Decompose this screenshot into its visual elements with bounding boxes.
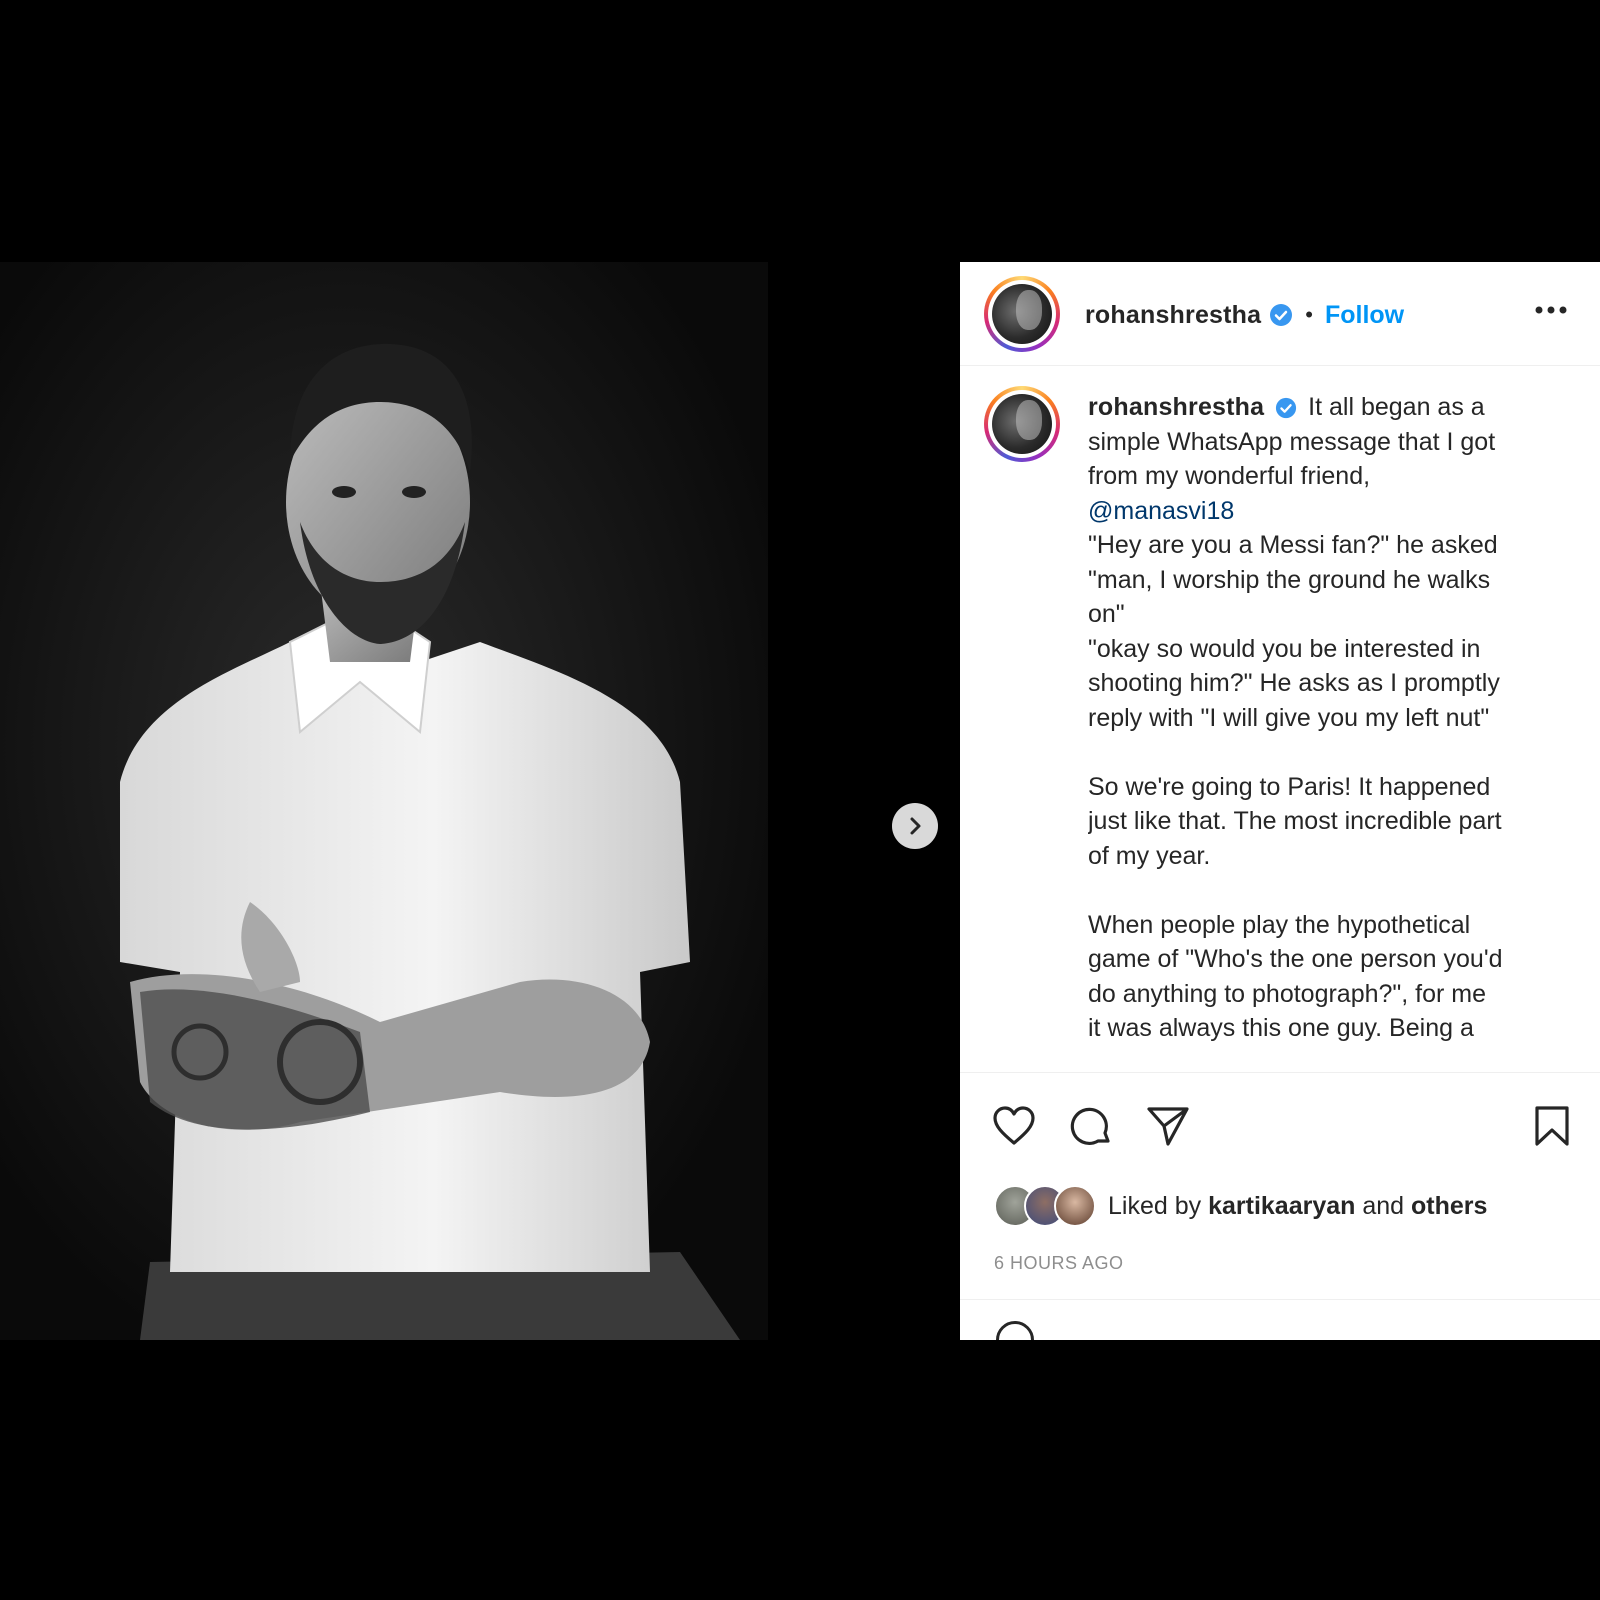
caption-line: game of "Who's the one person you'd xyxy=(1088,945,1503,973)
caption-line: shooting him?" He asks as I promptly xyxy=(1088,669,1500,697)
post-details-panel: rohanshrestha • Follow rohanshrestha It … xyxy=(960,262,1600,1340)
caption-line: "okay so would you be interested in xyxy=(1088,634,1481,663)
author-username[interactable]: rohanshrestha xyxy=(1085,301,1261,330)
caption-line: of my year. xyxy=(1088,841,1211,870)
caption-line: "Hey are you a Messi fan?" he asked xyxy=(1088,531,1498,559)
likes-text: Liked by kartikaaryan and others xyxy=(1108,1192,1487,1221)
verified-badge-icon xyxy=(1276,398,1297,419)
caption-line: "man, I worship the ground he walks xyxy=(1088,565,1491,594)
caption-line: So we're going to Paris! It happened xyxy=(1088,772,1491,801)
likes-and: and xyxy=(1362,1191,1405,1220)
likes-others-link[interactable]: others xyxy=(1411,1192,1487,1220)
caption-line: it was always this one guy. Being a xyxy=(1088,1014,1474,1042)
next-slide-button[interactable] xyxy=(892,803,938,849)
caption-line: on" xyxy=(1088,600,1125,628)
post-caption: rohanshrestha It all began as a simple W… xyxy=(1088,390,1558,1066)
separator-dot: • xyxy=(1305,302,1313,327)
bookmark-icon xyxy=(1535,1106,1569,1146)
comment-button[interactable] xyxy=(1070,1105,1114,1154)
comment-icon xyxy=(1070,1107,1110,1145)
caption-text: It all began as a xyxy=(1308,393,1485,421)
share-button[interactable] xyxy=(1146,1105,1190,1152)
post-photo xyxy=(0,262,768,1340)
liker-avatar xyxy=(1054,1185,1096,1227)
author-line: rohanshrestha • Follow xyxy=(1085,287,1404,343)
caption-line: just like that. The most incredible part xyxy=(1088,807,1502,835)
divider xyxy=(960,1299,1600,1300)
verified-badge-icon xyxy=(1270,304,1293,326)
more-options-button[interactable] xyxy=(1534,302,1568,320)
post-timestamp: 6 HOURS AGO xyxy=(994,1253,1124,1273)
more-options-icon xyxy=(1535,306,1567,314)
post-actions: Liked by kartikaaryan and others 6 HOURS… xyxy=(960,1072,1600,1340)
share-icon xyxy=(1147,1107,1189,1146)
likes-summary[interactable]: Liked by kartikaaryan and others xyxy=(994,1185,1487,1227)
caption-line: When people play the hypothetical xyxy=(1088,910,1471,939)
photo-subject xyxy=(0,262,768,1340)
author-avatar[interactable] xyxy=(984,276,1060,352)
caption-line: from my wonderful friend, xyxy=(1088,462,1371,490)
caption-line: simple WhatsApp message that I got xyxy=(1088,427,1496,456)
liker-username[interactable]: kartikaaryan xyxy=(1208,1192,1355,1220)
caption-author-avatar[interactable] xyxy=(984,386,1060,462)
post-header: rohanshrestha • Follow xyxy=(960,262,1600,366)
heart-icon xyxy=(993,1106,1035,1145)
mention-link[interactable]: @manasvi18 xyxy=(1088,497,1234,525)
chevron-right-icon xyxy=(910,817,921,835)
emoji-icon[interactable] xyxy=(996,1321,1034,1340)
likes-prefix: Liked by xyxy=(1108,1191,1202,1220)
save-button[interactable] xyxy=(1534,1105,1570,1152)
follow-button[interactable]: Follow xyxy=(1325,301,1404,330)
caption-line: reply with "I will give you my left nut" xyxy=(1088,703,1490,732)
caption-line: do anything to photograph?", for me xyxy=(1088,979,1487,1008)
like-button[interactable] xyxy=(992,1105,1036,1152)
caption-username[interactable]: rohanshrestha xyxy=(1088,393,1264,421)
